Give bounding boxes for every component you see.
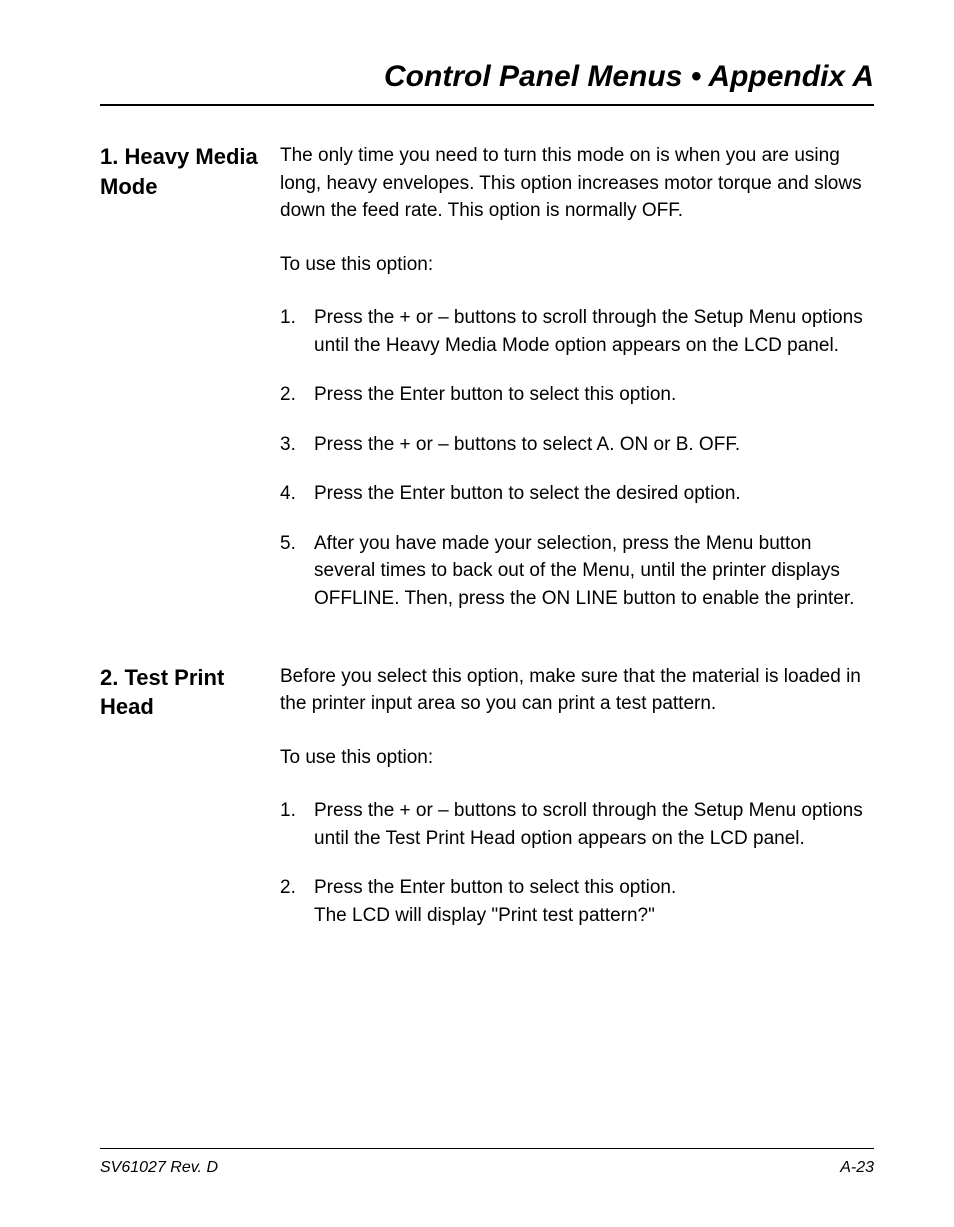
- section-test-print-head: 2. Test Print Head Before you select thi…: [100, 663, 874, 952]
- list-text: Press the Enter button to select this op…: [314, 384, 676, 405]
- list-item: 5. After you have made your selection, pr…: [280, 530, 874, 613]
- list-item: 4. Press the Enter button to select the d…: [280, 480, 874, 508]
- list-number: 2.: [280, 381, 296, 409]
- list-item: 2. Press the Enter button to select this …: [280, 874, 874, 929]
- intro-paragraph: Before you select this option, make sure…: [280, 663, 874, 718]
- list-text: Press the + or – buttons to scroll throu…: [314, 307, 863, 356]
- lead-paragraph: To use this option:: [280, 251, 874, 279]
- section-heading: 1. Heavy Media Mode: [100, 142, 280, 635]
- list-number: 1.: [280, 797, 296, 825]
- page-title: Control Panel Menus • Appendix A: [384, 60, 874, 93]
- section-heading: 2. Test Print Head: [100, 663, 280, 952]
- list-item: 1. Press the + or – buttons to scroll thr…: [280, 304, 874, 359]
- list-text: Press the Enter button to select the des…: [314, 483, 741, 504]
- list-number: 5.: [280, 530, 296, 558]
- section-heavy-media: 1. Heavy Media Mode The only time you ne…: [100, 142, 874, 635]
- list-text: Press the Enter button to select this op…: [314, 877, 676, 926]
- footer-left: SV61027 Rev. D: [100, 1159, 218, 1177]
- list-text: After you have made your selection, pres…: [314, 533, 854, 609]
- footer-right: A-23: [840, 1159, 874, 1177]
- list-text: Press the + or – buttons to select A. ON…: [314, 434, 740, 455]
- list-number: 4.: [280, 480, 296, 508]
- section-body: The only time you need to turn this mode…: [280, 142, 874, 635]
- list-number: 1.: [280, 304, 296, 332]
- list-text: Press the + or – buttons to scroll throu…: [314, 800, 863, 849]
- list-number: 3.: [280, 431, 296, 459]
- list-item: 3. Press the + or – buttons to select A. …: [280, 431, 874, 459]
- section-body: Before you select this option, make sure…: [280, 663, 874, 952]
- page-header: Control Panel Menus • Appendix A: [100, 60, 874, 106]
- intro-paragraph: The only time you need to turn this mode…: [280, 142, 874, 225]
- list-item: 2. Press the Enter button to select this …: [280, 381, 874, 409]
- ordered-list: 1. Press the + or – buttons to scroll thr…: [280, 304, 874, 612]
- list-number: 2.: [280, 874, 296, 902]
- page-footer: SV61027 Rev. D A-23: [100, 1148, 874, 1177]
- list-item: 1. Press the + or – buttons to scroll thr…: [280, 797, 874, 852]
- lead-paragraph: To use this option:: [280, 744, 874, 772]
- ordered-list: 1. Press the + or – buttons to scroll thr…: [280, 797, 874, 929]
